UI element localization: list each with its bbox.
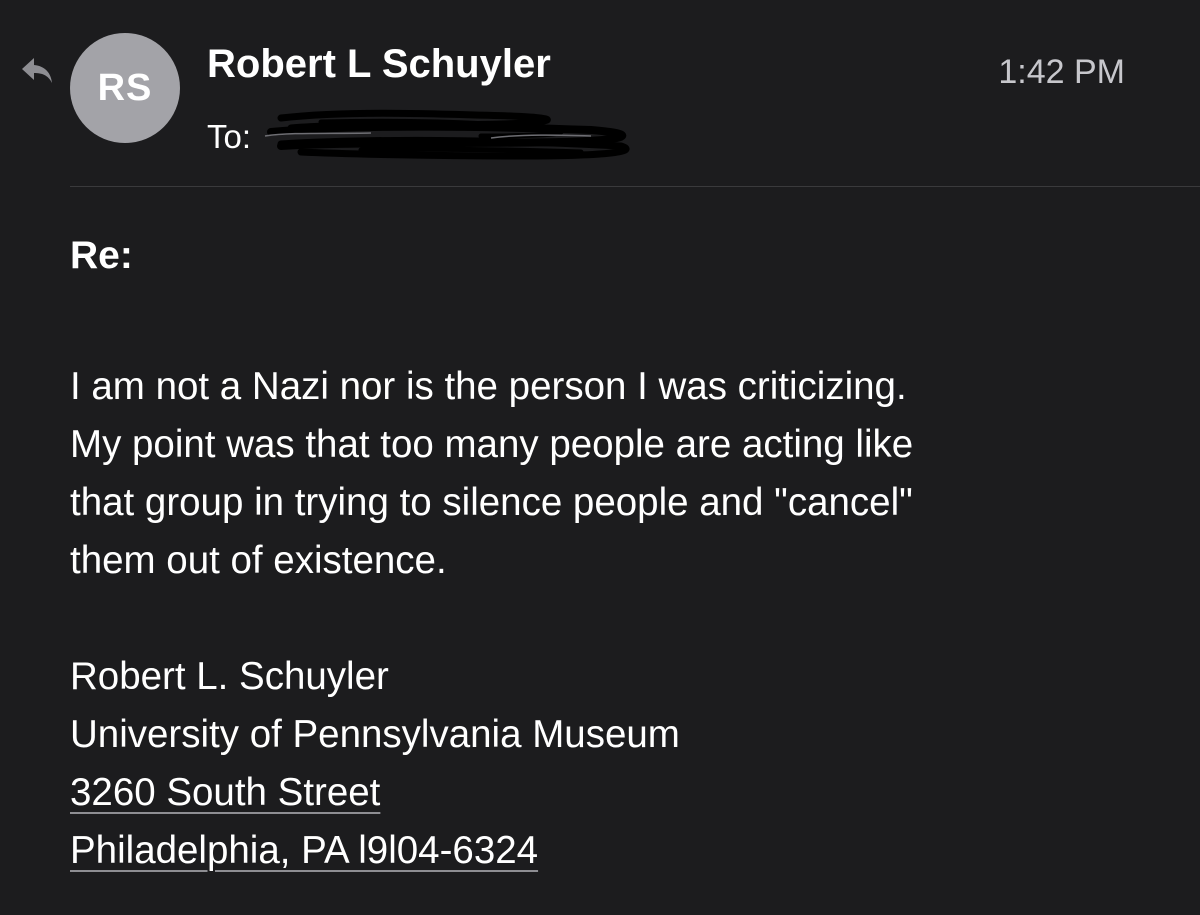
sender-name[interactable]: Robert L Schuyler: [207, 44, 551, 84]
avatar[interactable]: RS: [70, 33, 180, 143]
email-view: RS Robert L Schuyler To: 1:42 PM Re: I a…: [0, 0, 1200, 915]
body-line: that group in trying to silence people a…: [70, 481, 913, 524]
timestamp: 1:42 PM: [998, 53, 1125, 91]
email-body: I am not a Nazi nor is the person I was …: [70, 358, 1160, 880]
message-paragraph: I am not a Nazi nor is the person I was …: [70, 358, 1160, 590]
redacted-recipient-scribble[interactable]: [261, 108, 641, 164]
body-line: I am not a Nazi nor is the person I was …: [70, 365, 907, 408]
avatar-initials: RS: [97, 66, 153, 109]
body-line: them out of existence.: [70, 539, 447, 582]
email-signature: Robert L. Schuyler University of Pennsyl…: [70, 648, 1160, 880]
signature-name: Robert L. Schuyler: [70, 655, 389, 698]
signature-city-link[interactable]: Philadelphia, PA l9l04-6324: [70, 829, 538, 872]
email-subject: Re:: [70, 234, 133, 277]
recipient-row: To:: [207, 108, 641, 164]
signature-street-link[interactable]: 3260 South Street: [70, 771, 380, 814]
body-line: My point was that too many people are ac…: [70, 423, 914, 466]
reply-arrow-icon[interactable]: [20, 56, 54, 86]
signature-organization: University of Pennsylvania Museum: [70, 713, 680, 756]
to-label: To:: [207, 117, 252, 155]
header-divider: [70, 186, 1200, 187]
